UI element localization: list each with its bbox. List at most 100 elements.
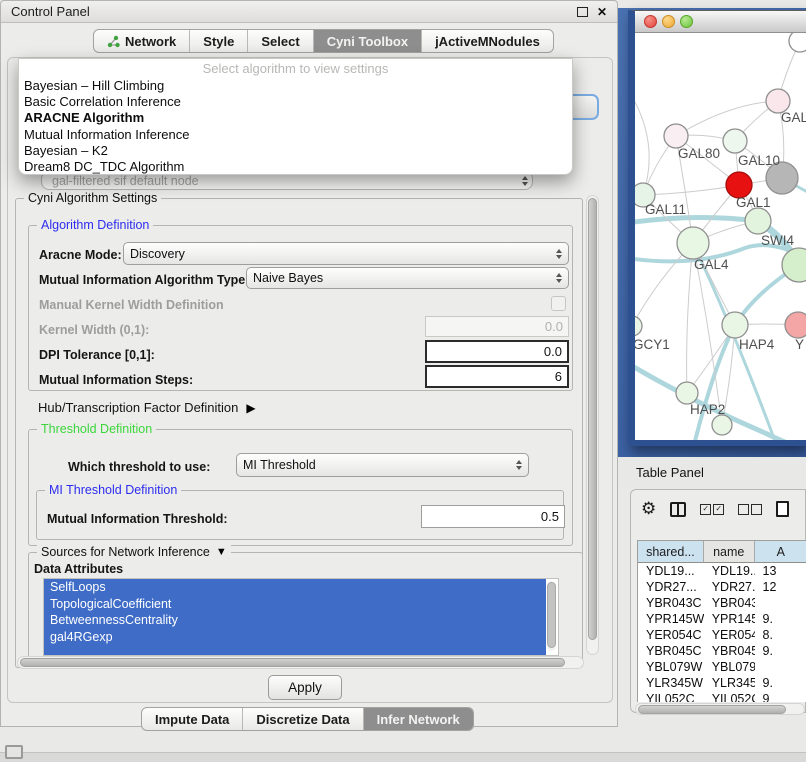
table-cell[interactable]: YDR27... [704,579,755,595]
node-pink-right[interactable] [785,312,806,338]
table-cell[interactable]: YBR045C [704,643,755,659]
attribute-item[interactable]: gal4RGexp [44,629,546,646]
table-cell[interactable]: 9. [755,643,806,659]
mi-steps-field[interactable] [425,365,569,388]
table-cell[interactable]: YLR345W [704,675,755,691]
node-HAP2[interactable] [676,382,698,404]
table-row[interactable]: YER054CYER054C8. [638,627,806,643]
table-cell[interactable]: YLR345W [638,675,704,691]
tab-cyni-toolbox[interactable]: Cyni Toolbox [313,30,421,52]
node-GAL1[interactable] [745,208,771,234]
algorithm-option[interactable]: Bayesian – Hill Climbing [19,78,572,94]
table-cell[interactable]: YDL19... [704,563,755,579]
network-window-titlebar[interactable] [635,11,806,33]
table-cell[interactable]: YIL052C [704,691,755,702]
list-scrollbar[interactable] [547,581,556,651]
tab-style[interactable]: Style [189,30,247,52]
table-cell[interactable]: 9. [755,675,806,691]
attribute-item[interactable]: TopologicalCoefficient [44,596,546,613]
inference-algorithm-combo-fragment[interactable] [571,94,599,120]
table-cell[interactable] [755,595,806,611]
minimize-window-icon[interactable] [662,15,675,28]
table-row[interactable]: YBL079WYBL079W [638,659,806,675]
table-cell[interactable]: YER054C [704,627,755,643]
hub-definition-toggle[interactable]: Hub/Transcription Factor Definition ▶ [38,400,256,415]
manual-kernel-checkbox[interactable] [551,296,566,311]
kernel-width-field[interactable] [425,316,569,337]
apply-button[interactable]: Apply [268,675,342,700]
deselect-all-columns-icon[interactable] [738,504,762,515]
table-panel-titlebar[interactable]: Table Panel [618,457,806,487]
column-header[interactable]: name [704,541,755,563]
mi-threshold-field[interactable] [421,505,565,528]
table-row[interactable]: YBR043CYBR043C [638,595,806,611]
attribute-item[interactable]: BetweennessCentrality [44,612,546,629]
table-cell[interactable]: 9. [755,611,806,627]
table-cell[interactable] [755,659,806,675]
table-row[interactable]: YLR345WYLR345W9. [638,675,806,691]
table-cell[interactable]: YBL079W [704,659,755,675]
float-panel-icon[interactable] [577,7,588,17]
which-threshold-select[interactable]: MI Threshold [236,453,529,477]
node-GAL10[interactable] [723,129,747,153]
table-cell[interactable]: YDL19... [638,563,704,579]
node-GCY1[interactable] [635,316,642,336]
settings-vertical-scrollbar[interactable] [586,195,599,655]
node-top-partial[interactable] [789,33,806,52]
network-edge[interactable] [635,93,649,195]
network-edge[interactable] [676,101,778,136]
grip-icon[interactable] [5,745,23,759]
table-horizontal-scrollbar[interactable] [635,703,805,715]
algorithm-option[interactable]: ARACNE Algorithm [19,110,572,126]
tab-select[interactable]: Select [247,30,312,52]
node-HAP4[interactable] [722,312,748,338]
table-cell[interactable]: YPR145W [638,611,704,627]
table-cell[interactable]: 13 [755,563,806,579]
aracne-mode-select[interactable]: Discovery [123,242,569,265]
table-cell[interactable]: YDR27... [638,579,704,595]
table-cell[interactable]: YBR043C [704,595,755,611]
table-cell[interactable]: YER054C [638,627,704,643]
network-view-window[interactable]: GALGAL80GAL10GAL1GAL11SWI4GAL4GCY1HAP4YH… [628,10,806,446]
attribute-item[interactable] [44,645,546,656]
table-cell[interactable]: YBR045C [638,643,704,659]
table-cell[interactable]: YIL052C [638,691,704,702]
close-window-icon[interactable] [644,15,657,28]
node-SWI4[interactable] [782,248,806,282]
mi-type-select[interactable]: Naive Bayes [246,267,569,289]
data-attributes-list[interactable]: SelfLoopsTopologicalCoefficientBetweenne… [43,578,559,656]
sources-group-title-wrap[interactable]: Sources for Network Inference ▼ [37,545,231,559]
table-row[interactable]: YBR045CYBR045C9. [638,643,806,659]
network-edge[interactable] [687,243,693,393]
tab-impute-data[interactable]: Impute Data [142,708,242,730]
algorithm-option[interactable]: Basic Correlation Inference [19,94,572,110]
table-row[interactable]: YIL052CYIL052C9 [638,691,806,702]
zoom-window-icon[interactable] [680,15,693,28]
node-GAL4[interactable] [677,227,709,259]
network-edge[interactable] [635,217,758,223]
node-GAL80[interactable] [664,124,688,148]
gear-icon[interactable]: ⚙ [641,500,656,518]
column-header[interactable]: shared... [638,541,704,563]
select-all-columns-icon[interactable]: ✓ ✓ [700,504,724,515]
column-header[interactable]: A [755,541,806,563]
settings-horizontal-scrollbar[interactable] [17,656,584,669]
tab-infer-network[interactable]: Infer Network [363,708,473,730]
algorithm-option[interactable]: Dream8 DC_TDC Algorithm [19,159,572,175]
close-panel-icon[interactable]: ✕ [597,6,607,18]
network-edge[interactable] [643,185,739,195]
tab-jactivemnodules[interactable]: jActiveMNodules [421,30,553,52]
table-cell[interactable]: 12 [755,579,806,595]
network-canvas[interactable]: GALGAL80GAL10GAL1GAL11SWI4GAL4GCY1HAP4YH… [635,33,806,440]
table-row[interactable]: YDR27...YDR27...12 [638,579,806,595]
dpi-tolerance-field[interactable] [425,340,569,363]
table-cell[interactable]: 8. [755,627,806,643]
node-bottom-partial[interactable] [712,415,732,435]
tab-discretize-data[interactable]: Discretize Data [242,708,362,730]
table-row[interactable]: YPR145WYPR145W9. [638,611,806,627]
algorithm-option[interactable]: Bayesian – K2 [19,143,572,159]
table-cell[interactable]: YPR145W [704,611,755,627]
algorithm-option[interactable]: Mutual Information Inference [19,127,572,143]
new-table-icon[interactable] [776,501,789,517]
table-cell[interactable]: 9 [755,691,806,702]
